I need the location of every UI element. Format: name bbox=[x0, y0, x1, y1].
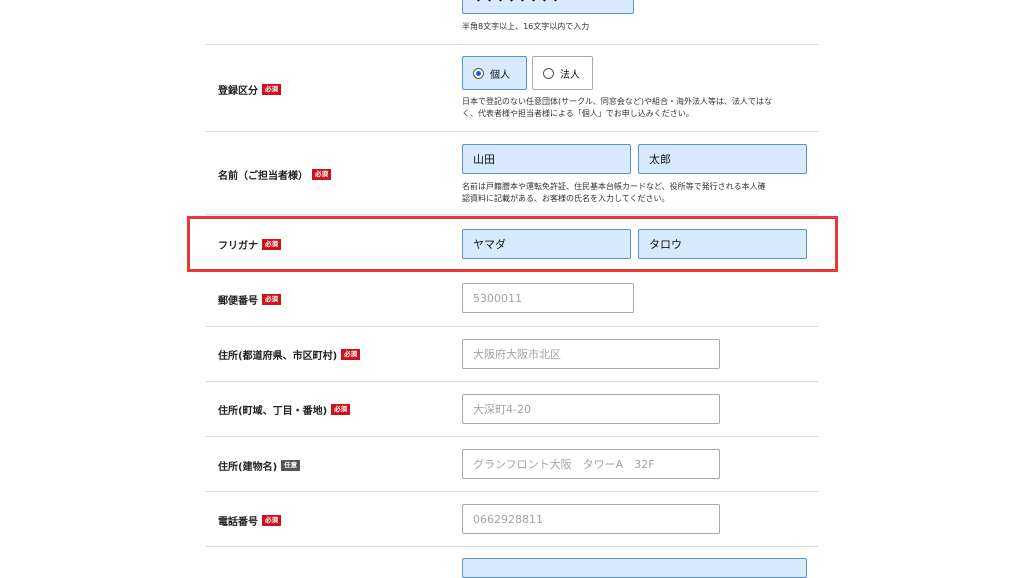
address2-label: 住所(町域、丁目・番地) bbox=[218, 406, 328, 417]
name-label: 名前（ご担当者様） bbox=[218, 171, 308, 182]
postal-code-input[interactable]: 5300011 bbox=[462, 283, 634, 313]
divider bbox=[206, 436, 818, 437]
divider bbox=[206, 381, 818, 382]
required-badge: 必須 bbox=[341, 349, 361, 360]
last-name-kana-input[interactable]: ヤマダ bbox=[462, 229, 631, 259]
required-badge: 必須 bbox=[262, 239, 281, 250]
divider bbox=[206, 271, 818, 272]
optional-badge: 任意 bbox=[281, 460, 301, 471]
radio-corporation-label: 法人 bbox=[560, 69, 580, 81]
next-field-input[interactable] bbox=[462, 558, 807, 578]
address2-label-row: 住所(町域、丁目・番地) 必須 bbox=[218, 402, 351, 417]
divider bbox=[206, 131, 818, 132]
prefecture-city-input[interactable]: 大阪府大阪市北区 bbox=[462, 339, 720, 369]
registration-help: 日本で登記のない任意団体(サークル、同窓会など)や組合・海外法人等は、法人ではな… bbox=[462, 96, 812, 120]
radio-individual[interactable]: 個人 bbox=[462, 56, 527, 90]
radio-corporation[interactable]: 法人 bbox=[532, 56, 593, 90]
name-help: 名前は戸籍謄本や運転免許証、住民基本台帳カードなど、役所等で発行される本人確 認… bbox=[462, 181, 812, 205]
divider bbox=[206, 44, 818, 45]
address3-label: 住所(建物名) bbox=[218, 462, 278, 473]
phone-label-row: 電話番号 必須 bbox=[218, 513, 281, 528]
password-input[interactable]: ・・・・・・・・ bbox=[462, 0, 634, 14]
required-badge: 必須 bbox=[312, 169, 331, 180]
town-street-input[interactable]: 大深町4-20 bbox=[462, 394, 720, 424]
building-input[interactable]: グランフロント大阪 タワーA 32F bbox=[462, 449, 720, 479]
first-name-input[interactable]: 太郎 bbox=[638, 144, 807, 174]
registration-label-row: 登録区分 必須 bbox=[218, 82, 281, 97]
registration-label: 登録区分 bbox=[218, 86, 258, 97]
name-help-line1: 名前は戸籍謄本や運転免許証、住民基本台帳カードなど、役所等で発行される本人確 bbox=[462, 182, 766, 191]
required-badge: 必須 bbox=[331, 404, 351, 415]
address1-label: 住所(都道府県、市区町村) bbox=[218, 351, 338, 362]
address3-label-row: 住所(建物名) 任意 bbox=[218, 458, 301, 473]
registration-form: ・・・・・・・・ 半角8文字以上、16文字以内で入力 登録区分 必須 個人 法人… bbox=[206, 0, 818, 578]
furigana-label: フリガナ bbox=[218, 241, 258, 252]
name-help-line2: 認資料に記載がある、お客様の氏名を入力してください。 bbox=[462, 194, 670, 203]
divider bbox=[206, 326, 818, 327]
address1-label-row: 住所(都道府県、市区町村) 必須 bbox=[218, 347, 361, 362]
radio-individual-label: 個人 bbox=[490, 69, 510, 81]
registration-help-line1: 日本で登記のない任意団体(サークル、同窓会など)や組合・海外法人等は、法人ではな bbox=[462, 97, 772, 106]
divider bbox=[206, 546, 818, 547]
postal-label: 郵便番号 bbox=[218, 296, 258, 307]
last-name-input[interactable]: 山田 bbox=[462, 144, 631, 174]
phone-label: 電話番号 bbox=[218, 517, 258, 528]
phone-input[interactable]: 0662928811 bbox=[462, 504, 720, 534]
divider bbox=[206, 214, 818, 215]
first-name-kana-input[interactable]: タロウ bbox=[638, 229, 807, 259]
required-badge: 必須 bbox=[262, 84, 281, 95]
name-label-row: 名前（ご担当者様） 必須 bbox=[218, 167, 331, 182]
divider bbox=[206, 491, 818, 492]
registration-help-line2: く、代表者様や担当者様による「個人」でお申し込みください。 bbox=[462, 109, 694, 118]
postal-label-row: 郵便番号 必須 bbox=[218, 292, 281, 307]
furigana-label-row: フリガナ 必須 bbox=[218, 237, 281, 252]
password-help: 半角8文字以上、16文字以内で入力 bbox=[462, 22, 590, 31]
radio-unchecked-icon bbox=[543, 67, 554, 79]
required-badge: 必須 bbox=[262, 294, 281, 305]
radio-checked-icon bbox=[473, 67, 484, 79]
required-badge: 必須 bbox=[262, 515, 281, 526]
